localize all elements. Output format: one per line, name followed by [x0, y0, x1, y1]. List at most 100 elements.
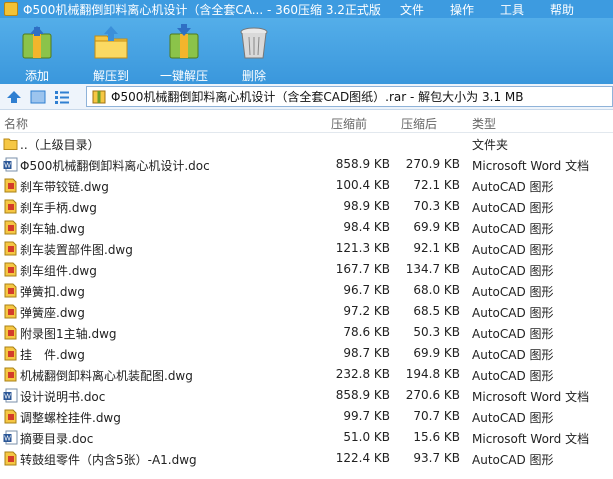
file-name: Φ500机械翻倒卸料离心机设计.doc	[20, 159, 210, 173]
dwg-file-icon	[3, 241, 18, 256]
file-size-after: 270.6 KB	[405, 388, 460, 402]
file-row[interactable]: W 设计说明书.doc 858.9 KB 270.6 KB Microsoft …	[0, 385, 613, 406]
up-arrow-button[interactable]	[4, 87, 24, 107]
window-title: Φ500机械翻倒卸料离心机设计（含全套CA... - 360压缩 3.2正式版	[23, 2, 381, 17]
column-header: 名称 压缩前 压缩后 类型	[0, 111, 613, 133]
file-type: AutoCAD 图形	[472, 243, 554, 257]
delete-button[interactable]: 删除	[221, 18, 287, 84]
file-row[interactable]: 弹簧座.dwg 97.2 KB 68.5 KB AutoCAD 图形	[0, 301, 613, 322]
file-name: ..（上级目录）	[20, 138, 100, 152]
col-compressed[interactable]: 压缩后	[401, 115, 437, 132]
file-name: 设计说明书.doc	[20, 390, 106, 404]
dwg-file-icon	[3, 178, 18, 193]
trash-icon	[235, 24, 273, 62]
file-name: 弹簧扣.dwg	[20, 285, 85, 299]
file-name: 刹车手柄.dwg	[20, 201, 97, 215]
file-type: AutoCAD 图形	[472, 264, 554, 278]
file-row[interactable]: 刹车装置部件图.dwg 121.3 KB 92.1 KB AutoCAD 图形	[0, 238, 613, 259]
add-button[interactable]: 添加	[4, 18, 70, 84]
dwg-file-icon	[3, 346, 18, 361]
file-size-before: 167.7 KB	[335, 262, 390, 276]
file-name: 刹车带铰链.dwg	[20, 180, 109, 194]
file-row[interactable]: 刹车手柄.dwg 98.9 KB 70.3 KB AutoCAD 图形	[0, 196, 613, 217]
file-name: 刹车装置部件图.dwg	[20, 243, 133, 257]
file-size-before: 51.0 KB	[343, 430, 390, 444]
file-name: 附录图1主轴.dwg	[20, 327, 117, 341]
archive-path-field[interactable]: Φ500机械翻倒卸料离心机设计（含全套CAD图纸）.rar - 解包大小为 3.…	[86, 86, 613, 107]
file-size-after: 92.1 KB	[413, 241, 460, 255]
menu-tools[interactable]: 工具	[500, 1, 524, 18]
file-row[interactable]: 挂 件.dwg 98.7 KB 69.9 KB AutoCAD 图形	[0, 343, 613, 364]
thumbnail-view-icon	[30, 90, 46, 103]
file-name: 刹车轴.dwg	[20, 222, 85, 236]
file-row[interactable]: 弹簧扣.dwg 96.7 KB 68.0 KB AutoCAD 图形	[0, 280, 613, 301]
file-size-after: 134.7 KB	[405, 262, 460, 276]
menu-help[interactable]: 帮助	[550, 1, 574, 18]
extract-to-label: 解压到	[92, 69, 129, 83]
file-size-after: 70.7 KB	[413, 409, 460, 423]
file-row[interactable]: 附录图1主轴.dwg 78.6 KB 50.3 KB AutoCAD 图形	[0, 322, 613, 343]
file-type: Microsoft Word 文档	[472, 432, 590, 446]
file-row[interactable]: 转鼓组零件（内含5张）-A1.dwg 122.4 KB 93.7 KB Auto…	[0, 448, 613, 469]
address-bar: Φ500机械翻倒卸料离心机设计（含全套CAD图纸）.rar - 解包大小为 3.…	[0, 84, 613, 110]
up-arrow-icon	[7, 90, 21, 103]
file-size-before: 99.7 KB	[343, 409, 390, 423]
one-click-extract-button[interactable]: 一键解压	[151, 18, 217, 84]
file-name: 转鼓组零件（内含5张）-A1.dwg	[20, 453, 197, 467]
archive-icon	[92, 90, 106, 103]
list-view-button[interactable]	[52, 87, 72, 107]
file-type: AutoCAD 图形	[472, 306, 554, 320]
file-size-before: 858.9 KB	[335, 157, 390, 171]
file-type: AutoCAD 图形	[472, 222, 554, 236]
file-row[interactable]: 机械翻倒卸料离心机装配图.dwg 232.8 KB 194.8 KB AutoC…	[0, 364, 613, 385]
file-size-before: 858.9 KB	[335, 388, 390, 402]
menu-file[interactable]: 文件	[400, 1, 424, 18]
file-type: Microsoft Word 文档	[472, 390, 590, 404]
file-type: AutoCAD 图形	[472, 348, 554, 362]
file-type: AutoCAD 图形	[472, 369, 554, 383]
dwg-file-icon	[3, 220, 18, 235]
extract-folder-icon	[92, 24, 130, 62]
file-row[interactable]: W 摘要目录.doc 51.0 KB 15.6 KB Microsoft Wor…	[0, 427, 613, 448]
file-type: AutoCAD 图形	[472, 327, 554, 341]
one-click-extract-label: 一键解压	[159, 69, 208, 83]
file-row[interactable]: 刹车带铰链.dwg 100.4 KB 72.1 KB AutoCAD 图形	[0, 175, 613, 196]
menu-operation[interactable]: 操作	[450, 1, 474, 18]
file-type: AutoCAD 图形	[472, 180, 554, 194]
file-row[interactable]: 刹车轴.dwg 98.4 KB 69.9 KB AutoCAD 图形	[0, 217, 613, 238]
col-packed[interactable]: 压缩前	[331, 115, 367, 132]
col-type[interactable]: 类型	[472, 115, 496, 132]
file-row[interactable]: 调整螺栓挂件.dwg 99.7 KB 70.7 KB AutoCAD 图形	[0, 406, 613, 427]
file-size-before: 100.4 KB	[335, 178, 390, 192]
file-list: ..（上级目录） 文件夹 W Φ500机械翻倒卸料离心机设计.doc 858.9…	[0, 133, 613, 469]
thumbnail-view-button[interactable]	[28, 87, 48, 107]
file-size-after: 68.0 KB	[413, 283, 460, 297]
file-size-before: 97.2 KB	[343, 304, 390, 318]
dwg-file-icon	[3, 451, 18, 466]
dwg-file-icon	[3, 367, 18, 382]
file-size-after: 50.3 KB	[413, 325, 460, 339]
file-row[interactable]: 刹车组件.dwg 167.7 KB 134.7 KB AutoCAD 图形	[0, 259, 613, 280]
col-name[interactable]: 名称	[4, 115, 28, 132]
file-row[interactable]: W Φ500机械翻倒卸料离心机设计.doc 858.9 KB 270.9 KB …	[0, 154, 613, 175]
extract-to-button[interactable]: 解压到	[78, 18, 144, 84]
file-row[interactable]: ..（上级目录） 文件夹	[0, 133, 613, 154]
title-bar: Φ500机械翻倒卸料离心机设计（含全套CA... - 360压缩 3.2正式版 …	[0, 0, 613, 18]
one-click-extract-icon	[165, 24, 203, 62]
svg-text:W: W	[4, 394, 11, 401]
file-name: 挂 件.dwg	[20, 348, 85, 362]
file-size-before: 98.9 KB	[343, 199, 390, 213]
file-type: AutoCAD 图形	[472, 411, 554, 425]
menu-bar: 文件 操作 工具 帮助	[400, 0, 600, 18]
file-size-after: 69.9 KB	[413, 346, 460, 360]
word-doc-icon: W	[3, 157, 18, 172]
file-name: 弹簧座.dwg	[20, 306, 85, 320]
word-doc-icon: W	[3, 388, 18, 403]
file-size-after: 70.3 KB	[413, 199, 460, 213]
file-size-before: 96.7 KB	[343, 283, 390, 297]
add-label: 添加	[24, 69, 49, 83]
delete-label: 删除	[241, 69, 266, 83]
file-type: 文件夹	[472, 138, 509, 152]
file-type: AutoCAD 图形	[472, 453, 554, 467]
file-size-before: 98.7 KB	[343, 346, 390, 360]
